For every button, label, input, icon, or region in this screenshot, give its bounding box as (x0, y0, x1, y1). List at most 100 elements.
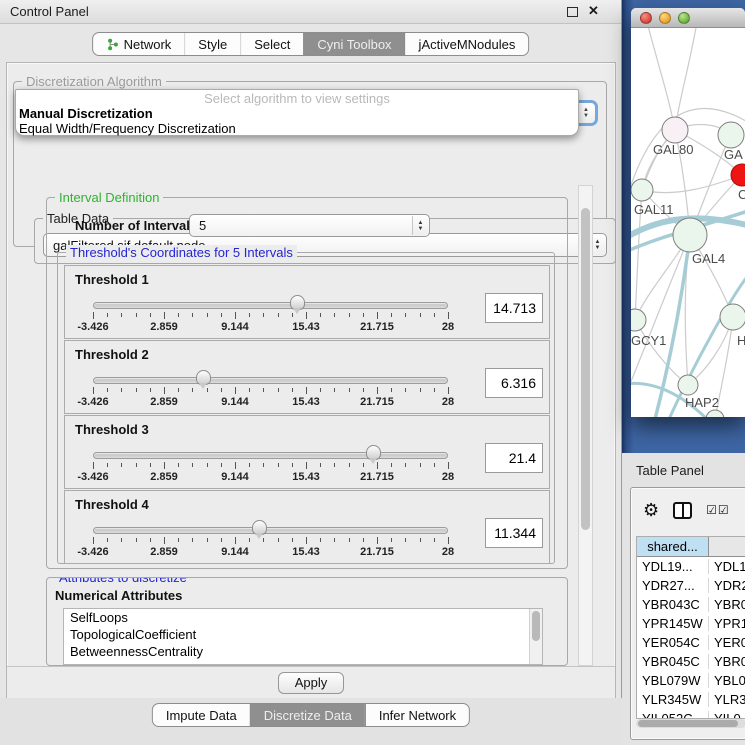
threshold-label: Threshold 1 (75, 272, 149, 287)
float-window-icon[interactable] (567, 7, 578, 17)
slider-thumb[interactable] (196, 370, 211, 385)
table-row[interactable]: YDR27...YDR2 (637, 576, 745, 595)
node-label: GA (724, 147, 743, 162)
minimize-traffic-light[interactable] (659, 12, 671, 24)
group-label-thresholds: Threshold's Coordinates for 5 Intervals (66, 245, 297, 260)
tab-select[interactable]: Select (240, 33, 303, 55)
tab-jactivemnodules[interactable]: jActiveMNodules (405, 33, 529, 55)
slider-thumb[interactable] (252, 520, 267, 535)
table-toolbar: ⚙ ☑☑ (631, 488, 745, 532)
cell-name: YBR0 (709, 654, 745, 669)
apply-row: Apply (7, 666, 615, 698)
algorithm-dropdown-popup: Select algorithm to view settings Manual… (15, 89, 579, 136)
threshold-value-field[interactable]: 6.316 (485, 368, 543, 398)
tab-style[interactable]: Style (184, 33, 240, 55)
table-rows: YDL19...YDL1YDR27...YDR2YBR043CYBR0YPR14… (637, 557, 745, 719)
close-icon[interactable]: ✕ (588, 3, 599, 19)
network-canvas[interactable]: GAL80GACGAL11GAL4GCY1HHAP2 (631, 28, 745, 417)
scrollbar-thumb[interactable] (532, 611, 540, 641)
table-panel-title: Table Panel (636, 463, 704, 478)
table-row[interactable]: YBR043CYBR0 (637, 595, 745, 614)
network-window-titlebar[interactable] (631, 8, 745, 28)
tab-label: Network (124, 37, 172, 52)
select-checkboxes-icon[interactable]: ☑☑ (706, 503, 730, 517)
table-row[interactable]: YDL19...YDL1 (637, 557, 745, 576)
threshold-label: Threshold 4 (75, 497, 149, 512)
attribute-item[interactable]: BetweennessCentrality (64, 643, 542, 660)
attribute-item[interactable]: SelfLoops (64, 609, 542, 626)
network-node-gal11[interactable] (631, 179, 653, 201)
table-row[interactable]: YLR345WYLR3 (637, 690, 745, 709)
scrollbar-thumb[interactable] (581, 208, 590, 530)
slider-track[interactable] (93, 377, 448, 384)
network-view-window[interactable]: GAL80GACGAL11GAL4GCY1HHAP2 (631, 8, 745, 417)
threshold-panel: Threshold 1-3.4262.8599.14415.4321.71528… (64, 265, 550, 339)
combo-stepper-icon: ▲▼ (578, 104, 593, 122)
threshold-value-field[interactable]: 14.713 (485, 293, 543, 323)
node-label: GAL80 (653, 142, 693, 157)
slider-track[interactable] (93, 527, 448, 534)
network-node-gal4[interactable] (673, 218, 707, 252)
dropdown-item-equal-width[interactable]: Equal Width/Frequency Discretization (16, 121, 578, 136)
network-icon (106, 38, 119, 51)
gear-icon[interactable]: ⚙ (643, 501, 659, 519)
scrollbar-thumb[interactable] (638, 720, 738, 727)
slider-track[interactable] (93, 452, 448, 459)
table-row[interactable]: YIL052CYIL0 (637, 709, 745, 719)
control-panel-titlebar: Control Panel ✕ (0, 0, 621, 24)
numerical-attributes-list[interactable]: SelfLoopsTopologicalCoefficientBetweenne… (63, 608, 543, 665)
table-horizontal-scrollbar[interactable] (636, 719, 745, 728)
tab-cyni-toolbox[interactable]: Cyni Toolbox (303, 33, 404, 55)
table-row[interactable]: YPR145WYPR1 (637, 614, 745, 633)
cell-shared-name: YBR043C (637, 597, 709, 612)
tab-label: Cyni Toolbox (317, 37, 391, 52)
attributes-scrollbar[interactable] (529, 609, 542, 664)
table-row[interactable]: YER054CYER0 (637, 633, 745, 652)
number-of-intervals-combobox[interactable]: 5 ▲▼ (189, 214, 430, 237)
slider-thumb[interactable] (290, 295, 305, 310)
tab-label: Infer Network (379, 708, 456, 723)
tab-discretize-data[interactable]: Discretize Data (250, 704, 365, 726)
slider-track[interactable] (93, 302, 448, 309)
network-node-gal80[interactable] (662, 117, 688, 143)
close-traffic-light[interactable] (640, 12, 652, 24)
panel-vertical-scrollbar[interactable] (578, 185, 593, 666)
network-node-hap2[interactable] (678, 375, 698, 395)
cyni-toolbox-panel: Discretization Algorithm ▲▼ Table Data g… (6, 62, 616, 698)
dropdown-item-manual-discretization[interactable]: Manual Discretization (16, 106, 578, 121)
slider-thumb[interactable] (366, 445, 381, 460)
threshold-label: Threshold 2 (75, 347, 149, 362)
table-header-row: shared... n (637, 537, 745, 557)
network-node[interactable] (706, 410, 724, 417)
column-header-name[interactable]: n (709, 537, 745, 556)
network-edge[interactable] (675, 28, 697, 130)
slider-ticks (93, 312, 448, 320)
column-header-shared-name[interactable]: shared... (637, 537, 709, 556)
group-label-attributes: Attributes to discretize (55, 577, 191, 585)
tab-label: Impute Data (166, 708, 237, 723)
apply-button[interactable]: Apply (278, 672, 344, 694)
threshold-value-field[interactable]: 21.4 (485, 443, 543, 473)
network-node-h[interactable] (720, 304, 745, 330)
desktop-background: GAL80GACGAL11GAL4GCY1HHAP2 Table Panel ⚙… (622, 0, 745, 745)
attribute-items: SelfLoopsTopologicalCoefficientBetweenne… (64, 609, 542, 660)
tab-network[interactable]: Network (93, 33, 185, 55)
columns-icon[interactable] (673, 502, 692, 519)
cell-name: YIL0 (709, 711, 745, 719)
slider-ticks (93, 537, 448, 545)
table-row[interactable]: YBL079WYBL0 (637, 671, 745, 690)
number-of-intervals-label: Number of Intervals (75, 218, 197, 233)
table-row[interactable]: YBR045CYBR0 (637, 652, 745, 671)
tab-label: Style (198, 37, 227, 52)
tab-impute-data[interactable]: Impute Data (153, 704, 250, 726)
attribute-item[interactable]: TopologicalCoefficient (64, 626, 542, 643)
cell-shared-name: YDR27... (637, 578, 709, 593)
zoom-traffic-light[interactable] (678, 12, 690, 24)
threshold-value-field[interactable]: 11.344 (485, 518, 543, 548)
network-node-ga[interactable] (718, 122, 744, 148)
threshold-label: Threshold 3 (75, 422, 149, 437)
network-edge[interactable] (642, 175, 742, 193)
network-edge[interactable] (647, 28, 675, 130)
tab-infer-network[interactable]: Infer Network (365, 704, 469, 726)
network-node-gcy1[interactable] (631, 309, 646, 331)
